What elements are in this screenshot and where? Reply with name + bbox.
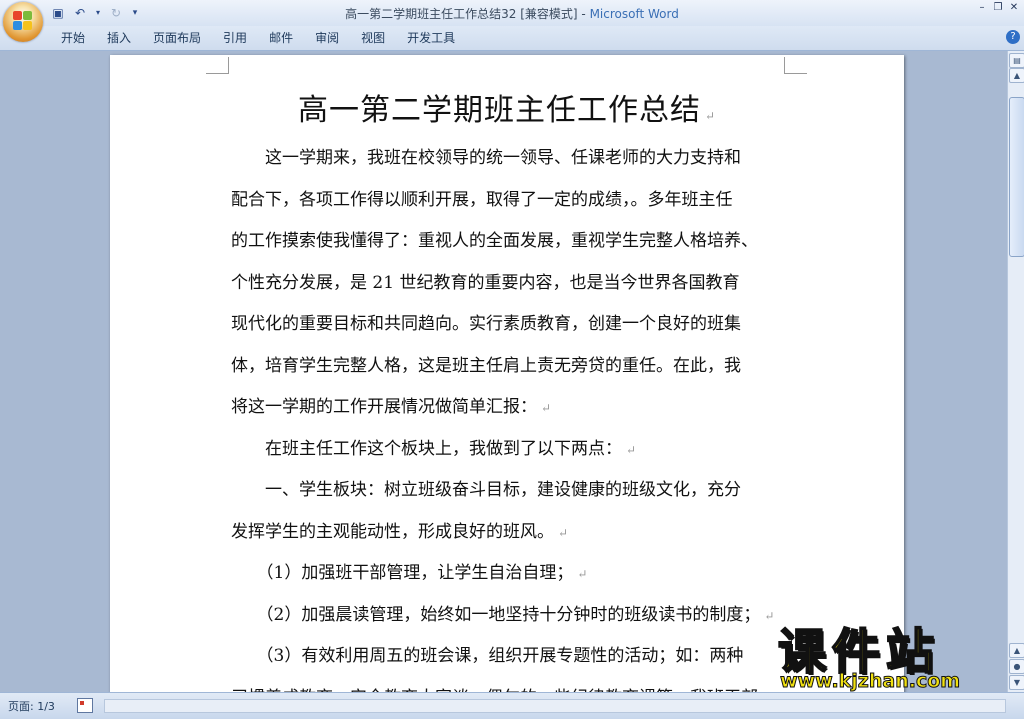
document-name: 高一第二学期班主任工作总结32 [兼容模式] - [345,7,590,21]
office-logo-icon [13,11,33,31]
tab-mailings[interactable]: 邮件 [258,29,304,47]
horizontal-scrollbar[interactable] [104,699,1006,713]
crop-mark-right [784,57,807,74]
help-icon[interactable]: ? [1006,30,1020,44]
text-line: 在班主任工作这个板块上，我做到了以下两点： ↵ [231,438,637,459]
text-line: 体，培育学生完整人格，这是班主任肩上责无旁贷的重任。在此，我 [231,355,741,376]
text-line: 的工作摸索使我懂得了：重视人的全面发展，重视学生完整人格培养、 [231,231,758,251]
ruler-toggle-icon[interactable]: ▤ [1009,53,1024,68]
window-title: 高一第二学期班主任工作总结32 [兼容模式] - Microsoft Word [0,5,1024,22]
tab-home[interactable]: 开始 [50,29,96,47]
tab-view[interactable]: 视图 [350,29,396,47]
text-line: 习惯养成教育、安全教育大家谈、偶尔的一些纪律教育课等，我班干部 [231,683,787,693]
text-line: 将这一学期的工作开展情况做简单汇报： ↵ [231,397,552,417]
text-line: （1）加强班干部管理，让学生自治自理； ↵ [231,563,588,583]
text-line: （2）加强晨读管理，始终如一地坚持十分钟时的班级读书的制度； ↵ [231,604,775,625]
ribbon-tab-bar: 开始 插入 页面布局 引用 邮件 审阅 视图 开发工具 ? [0,26,1024,51]
text-line: 现代化的重要目标和共同趋向。实行素质教育，创建一个良好的班集 [231,314,741,334]
close-icon[interactable]: ✕ [1008,2,1020,14]
office-button[interactable] [3,2,43,42]
document-workspace: 高一第二学期班主任工作总结 ↵ 这一学期来，我班在校领导的统一领导、任课老师的大力… [0,51,1007,692]
tab-references[interactable]: 引用 [212,29,258,47]
text-line: 个性充分发展，是 21 世纪教育的重要内容，也是当今世界各国教育 [231,272,740,293]
restore-icon[interactable]: ❐ [992,2,1004,14]
text-line: 这一学期来，我班在校领导的统一领导、任课老师的大力支持和 [231,148,741,168]
app-name: Microsoft Word [589,7,679,21]
watermark-url: www.kjzhan.com [779,670,961,693]
tab-insert[interactable]: 插入 [96,29,142,47]
window-controls: – ❐ ✕ [976,2,1020,14]
status-bar: 页面: 1/3 [0,692,1024,719]
watermark-logo: 课件站 www.kjzhan.com [770,612,1020,693]
scroll-up-icon[interactable]: ▲ [1009,68,1024,83]
page-indicator[interactable]: 页面: 1/3 [8,698,55,714]
tab-developer[interactable]: 开发工具 [396,29,466,47]
text-line: 发挥学生的主观能动性，形成良好的班风。 ↵ [231,521,569,542]
text-line: 配合下，各项工作得以顺利开展，取得了一定的成绩，。多年班主任 [231,189,733,210]
text-line: （3）有效利用周五的班会课，组织开展专题性的活动；如：两种 [231,646,744,666]
text-line: 一、学生板块：树立班级奋斗目标，建设健康的班级文化，充分 [231,480,741,500]
minimize-icon[interactable]: – [976,2,988,14]
tab-page-layout[interactable]: 页面布局 [142,29,212,47]
document-body: 这一学期来，我班在校领导的统一领导、任课老师的大力支持和 配合下，各项工作得以顺… [231,143,787,692]
crop-mark-left [206,57,229,74]
tab-review[interactable]: 审阅 [304,29,350,47]
ribbon-tabs: 开始 插入 页面布局 引用 邮件 审阅 视图 开发工具 [50,29,466,47]
scroll-thumb[interactable] [1009,97,1024,257]
vertical-scrollbar[interactable]: ▤ ▲ ▲ ● ▼ [1007,51,1024,692]
title-bar: ▣ ↶ ▾ ↻ ▾ 高一第二学期班主任工作总结32 [兼容模式] - Micro… [0,0,1024,42]
document-page[interactable]: 高一第二学期班主任工作总结 ↵ 这一学期来，我班在校领导的统一领导、任课老师的大力… [110,55,904,692]
spelling-check-icon[interactable] [77,698,93,713]
document-title: 高一第二学期班主任工作总结 ↵ [297,93,717,128]
